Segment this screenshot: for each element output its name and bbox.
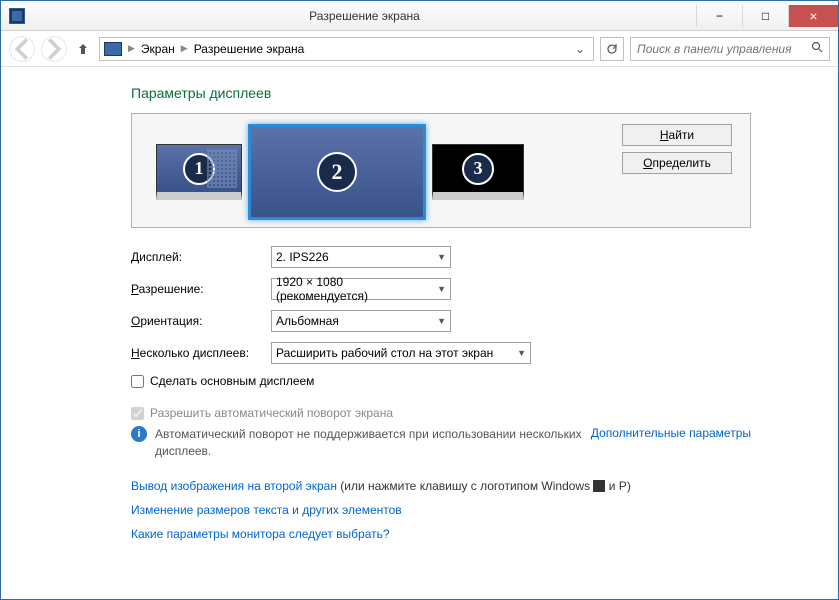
page-title: Параметры дисплеев [131,85,751,101]
close-button[interactable]: × [788,5,838,27]
resolution-label: Разрешение: [131,282,271,296]
orientation-select[interactable]: Альбомная▼ [271,310,451,332]
auto-rotate-checkbox [131,407,144,420]
maximize-button[interactable]: □ [742,5,788,27]
chevron-down-icon: ▼ [437,252,446,262]
monitor-3[interactable]: 3 [432,144,524,200]
chevron-down-icon: ▼ [437,316,446,326]
which-settings-link[interactable]: Какие параметры монитора следует выбрать… [131,527,390,541]
window-controls: − □ × [696,5,838,27]
auto-rotate-label: Разрешить автоматический поворот экрана [150,406,393,420]
advanced-settings-link[interactable]: Дополнительные параметры [591,426,751,440]
minimize-button[interactable]: − [696,5,742,27]
breadcrumb-dropdown[interactable]: ⌄ [571,42,589,56]
auto-rotate-row: Разрешить автоматический поворот экрана [131,406,751,420]
breadcrumb-item[interactable]: Разрешение экрана [194,42,305,56]
multi-display-select[interactable]: Расширить рабочий стол на этот экран▼ [271,342,531,364]
info-row: i Автоматический поворот не поддерживает… [131,426,751,460]
search-input[interactable] [637,42,811,56]
monitor-number: 1 [183,153,215,185]
project-link[interactable]: Вывод изображения на второй экран [131,479,337,493]
text-size-link[interactable]: Изменение размеров текста и других элеме… [131,503,402,517]
chevron-down-icon: ▼ [437,284,446,294]
search-box[interactable] [630,37,830,61]
monitor-2-selected[interactable]: 2 [248,124,426,220]
forward-button[interactable] [41,36,67,62]
orientation-label: Ориентация: [131,314,271,328]
make-primary-row: Сделать основным дисплеем [131,374,751,388]
monitor-number: 2 [317,152,357,192]
display-label: Дисплей: [131,250,271,264]
display-row: Дисплей: 2. IPS226▼ [131,246,751,268]
make-primary-checkbox[interactable] [131,375,144,388]
back-button[interactable] [9,36,35,62]
navbar: ▶ Экран ▶ Разрешение экрана ⌄ [1,31,838,67]
project-hint: (или нажмите клавишу с логотипом Windows… [337,479,631,493]
monitor-1[interactable]: 1 [156,144,242,200]
chevron-right-icon: ▶ [128,43,135,54]
display-select[interactable]: 2. IPS226▼ [271,246,451,268]
refresh-button[interactable] [600,37,624,61]
breadcrumb[interactable]: ▶ Экран ▶ Разрешение экрана ⌄ [99,37,594,61]
chevron-down-icon: ▼ [517,348,526,358]
find-button[interactable]: Найти [622,124,732,146]
app-icon [9,8,25,24]
links-section: Вывод изображения на второй экран (или н… [131,474,751,546]
multi-display-row: Несколько дисплеев: Расширить рабочий ст… [131,342,751,364]
multi-display-label: Несколько дисплеев: [131,346,271,360]
monitor-number: 3 [462,153,494,185]
orientation-row: Ориентация: Альбомная▼ [131,310,751,332]
detect-button[interactable]: Определить [622,152,732,174]
up-button[interactable] [73,42,93,56]
info-text: Автоматический поворот не поддерживается… [155,426,583,460]
windows-logo-icon [593,480,605,492]
breadcrumb-item[interactable]: Экран [141,42,175,56]
display-arrangement-box: 1 2 3 Найти Определить [131,113,751,228]
resolution-select[interactable]: 1920 × 1080 (рекомендуется)▼ [271,278,451,300]
resolution-row: Разрешение: 1920 × 1080 (рекомендуется)▼ [131,278,751,300]
chevron-right-icon: ▶ [181,43,188,54]
titlebar: Разрешение экрана − □ × [1,1,838,31]
search-icon[interactable] [811,41,823,56]
info-icon: i [131,426,147,442]
window-title: Разрешение экрана [33,9,696,23]
make-primary-label: Сделать основным дисплеем [150,374,314,388]
display-icon [104,42,122,56]
content: Параметры дисплеев 1 2 3 Найти Определит… [1,67,838,546]
